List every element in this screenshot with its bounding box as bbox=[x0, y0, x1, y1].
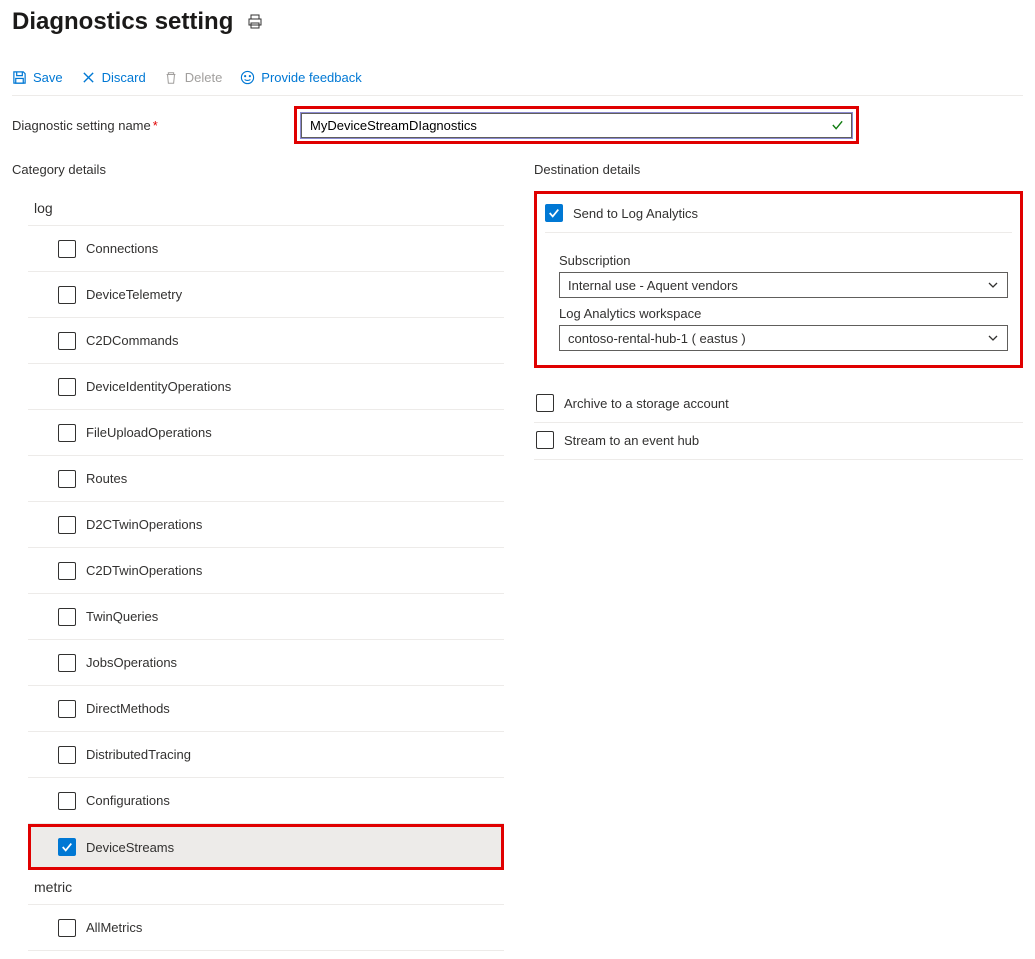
save-icon bbox=[12, 70, 27, 85]
name-field-label: Diagnostic setting name* bbox=[12, 118, 290, 133]
metric-group-title: metric bbox=[28, 870, 504, 905]
log-row-configurations: Configurations bbox=[28, 778, 504, 824]
log-analytics-section: Send to Log Analytics Subscription Inter… bbox=[534, 191, 1023, 368]
subscription-label: Subscription bbox=[559, 253, 1008, 268]
eventhub-row: Stream to an event hub bbox=[534, 423, 1023, 460]
log-checkbox-d2ctwinoperations[interactable] bbox=[58, 516, 76, 534]
smiley-icon bbox=[240, 70, 255, 85]
eventhub-label: Stream to an event hub bbox=[564, 433, 699, 448]
feedback-button[interactable]: Provide feedback bbox=[240, 70, 361, 85]
name-row: Diagnostic setting name* bbox=[12, 106, 1023, 144]
log-label: DistributedTracing bbox=[86, 747, 191, 762]
required-asterisk: * bbox=[153, 118, 158, 133]
log-checkbox-jobsoperations[interactable] bbox=[58, 654, 76, 672]
log-row-distributedtracing: DistributedTracing bbox=[28, 732, 504, 778]
log-row-devicestreams: DeviceStreams bbox=[28, 824, 504, 870]
log-label: D2CTwinOperations bbox=[86, 517, 202, 532]
log-analytics-checkbox[interactable] bbox=[545, 204, 563, 222]
log-label: TwinQueries bbox=[86, 609, 158, 624]
log-label: FileUploadOperations bbox=[86, 425, 212, 440]
log-row-deviceidentityoperations: DeviceIdentityOperations bbox=[28, 364, 504, 410]
feedback-label: Provide feedback bbox=[261, 70, 361, 85]
log-checkbox-devicetelemetry[interactable] bbox=[58, 286, 76, 304]
log-checkbox-directmethods[interactable] bbox=[58, 700, 76, 718]
log-label: DeviceStreams bbox=[86, 840, 174, 855]
chevron-down-icon bbox=[987, 279, 999, 291]
eventhub-checkbox[interactable] bbox=[536, 431, 554, 449]
log-checkbox-deviceidentityoperations[interactable] bbox=[58, 378, 76, 396]
log-row-c2dtwinoperations: C2DTwinOperations bbox=[28, 548, 504, 594]
subscription-select[interactable]: Internal use - Aquent vendors bbox=[559, 272, 1008, 298]
log-label: C2DCommands bbox=[86, 333, 178, 348]
toolbar: Save Discard Delete Provide feedback bbox=[12, 64, 1023, 96]
log-checkbox-c2dtwinoperations[interactable] bbox=[58, 562, 76, 580]
log-row-jobsoperations: JobsOperations bbox=[28, 640, 504, 686]
log-label: Connections bbox=[86, 241, 158, 256]
save-button[interactable]: Save bbox=[12, 70, 63, 85]
log-checkbox-connections[interactable] bbox=[58, 240, 76, 258]
log-row-devicetelemetry: DeviceTelemetry bbox=[28, 272, 504, 318]
log-row-twinqueries: TwinQueries bbox=[28, 594, 504, 640]
category-details-column: Category details log Connections DeviceTe… bbox=[12, 162, 504, 951]
storage-checkbox[interactable] bbox=[536, 394, 554, 412]
log-row-routes: Routes bbox=[28, 456, 504, 502]
log-row-connections: Connections bbox=[28, 226, 504, 272]
discard-label: Discard bbox=[102, 70, 146, 85]
name-input-highlight bbox=[294, 106, 859, 144]
log-label: Configurations bbox=[86, 793, 170, 808]
log-label: Routes bbox=[86, 471, 127, 486]
diagnostic-name-input[interactable] bbox=[301, 113, 852, 138]
destination-title: Destination details bbox=[534, 162, 1023, 177]
log-group-title: log bbox=[28, 191, 504, 226]
trash-icon bbox=[164, 70, 179, 85]
storage-row: Archive to a storage account bbox=[534, 386, 1023, 423]
delete-button: Delete bbox=[164, 70, 223, 85]
log-checkbox-devicestreams[interactable] bbox=[58, 838, 76, 856]
chevron-down-icon bbox=[987, 332, 999, 344]
metric-checkbox-allmetrics[interactable] bbox=[58, 919, 76, 937]
destination-details-column: Destination details Send to Log Analytic… bbox=[534, 162, 1023, 951]
log-checkbox-fileuploadoperations[interactable] bbox=[58, 424, 76, 442]
log-label: DeviceTelemetry bbox=[86, 287, 182, 302]
log-label: DeviceIdentityOperations bbox=[86, 379, 231, 394]
log-row-directmethods: DirectMethods bbox=[28, 686, 504, 732]
page-header: Diagnostics setting bbox=[12, 8, 1023, 36]
discard-button[interactable]: Discard bbox=[81, 70, 146, 85]
log-label: JobsOperations bbox=[86, 655, 177, 670]
print-icon[interactable] bbox=[247, 14, 263, 30]
log-row-c2dcommands: C2DCommands bbox=[28, 318, 504, 364]
subscription-value: Internal use - Aquent vendors bbox=[568, 278, 738, 293]
log-checkbox-routes[interactable] bbox=[58, 470, 76, 488]
category-title: Category details bbox=[12, 162, 504, 177]
page-title: Diagnostics setting bbox=[12, 8, 233, 36]
log-checkbox-configurations[interactable] bbox=[58, 792, 76, 810]
workspace-value: contoso-rental-hub-1 ( eastus ) bbox=[568, 331, 746, 346]
metric-row-allmetrics: AllMetrics bbox=[28, 905, 504, 951]
close-icon bbox=[81, 70, 96, 85]
delete-label: Delete bbox=[185, 70, 223, 85]
log-row-fileuploadoperations: FileUploadOperations bbox=[28, 410, 504, 456]
storage-label: Archive to a storage account bbox=[564, 396, 729, 411]
save-label: Save bbox=[33, 70, 63, 85]
workspace-label: Log Analytics workspace bbox=[559, 306, 1008, 321]
log-row-d2ctwinoperations: D2CTwinOperations bbox=[28, 502, 504, 548]
log-checkbox-distributedtracing[interactable] bbox=[58, 746, 76, 764]
workspace-select[interactable]: contoso-rental-hub-1 ( eastus ) bbox=[559, 325, 1008, 351]
log-checkbox-twinqueries[interactable] bbox=[58, 608, 76, 626]
check-icon bbox=[831, 119, 844, 132]
log-analytics-label: Send to Log Analytics bbox=[573, 206, 698, 221]
log-label: C2DTwinOperations bbox=[86, 563, 202, 578]
log-checkbox-c2dcommands[interactable] bbox=[58, 332, 76, 350]
log-label: DirectMethods bbox=[86, 701, 170, 716]
